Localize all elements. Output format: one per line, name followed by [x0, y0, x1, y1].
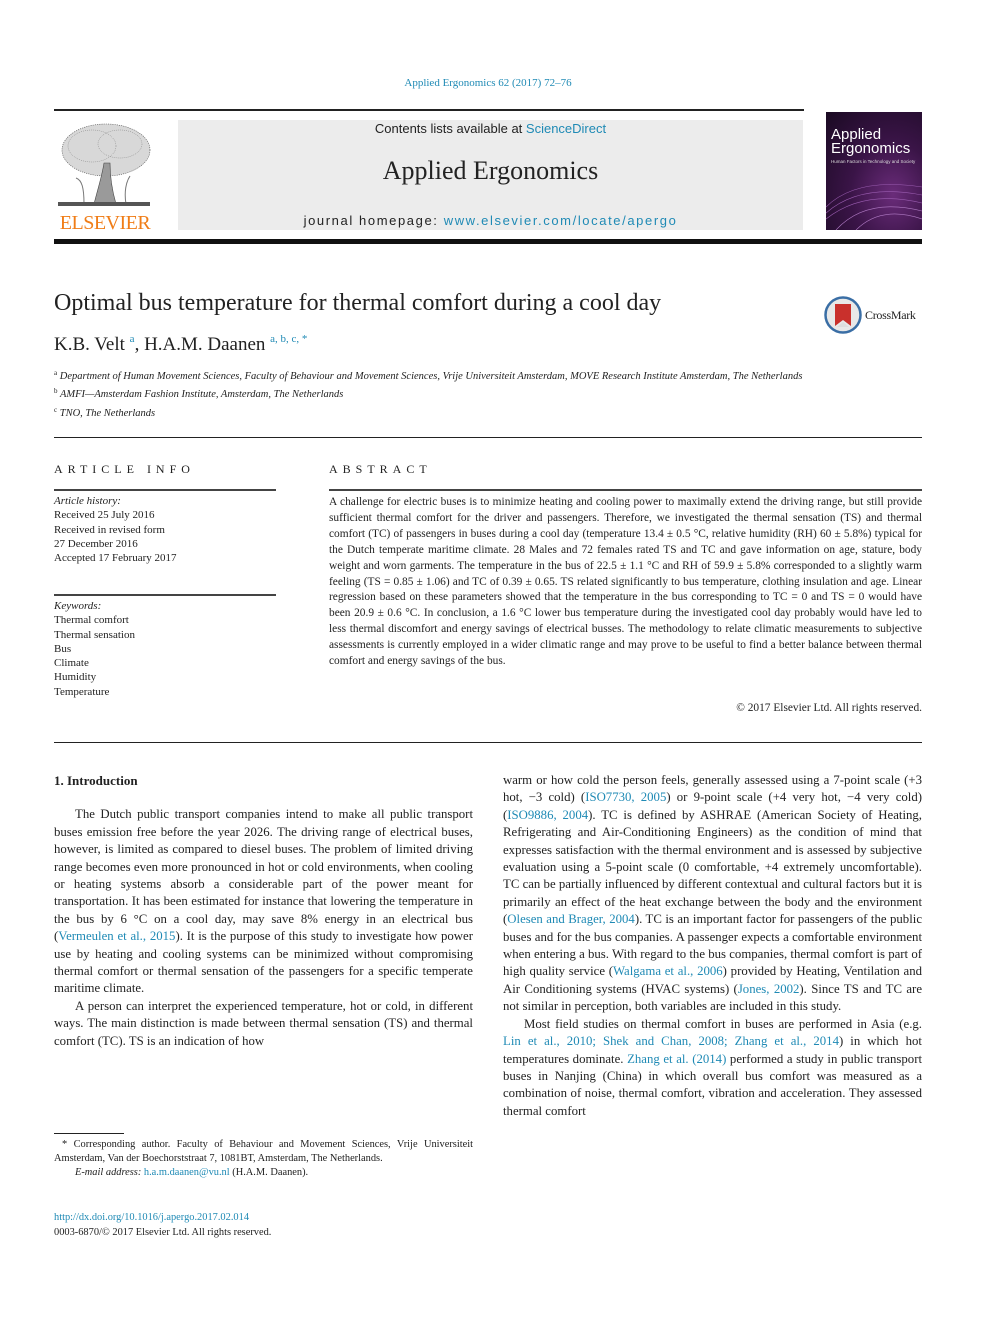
- elsevier-wordmark: ELSEVIER: [59, 212, 151, 234]
- keywords: Keywords: Thermal comfort Thermal sensat…: [54, 599, 276, 699]
- email-suffix: (H.A.M. Daanen).: [229, 1167, 309, 1178]
- citation-link[interactable]: Olesen and Brager, 2004: [507, 912, 635, 926]
- affiliation-item: c TNO, The Netherlands: [54, 403, 814, 421]
- keyword-item: Thermal sensation: [54, 628, 135, 641]
- footnote-rule: [54, 1133, 124, 1134]
- affiliation-mark: a: [54, 369, 58, 377]
- citation-link[interactable]: ISO9886, 2004: [507, 808, 588, 822]
- header-thick-rule: [54, 239, 922, 244]
- contents-line: Contents lists available at ScienceDirec…: [178, 121, 803, 136]
- elsevier-tree-icon: [58, 123, 151, 206]
- header-rule: [54, 109, 804, 111]
- keyword-item: Humidity: [54, 671, 97, 684]
- author-separator: ,: [134, 334, 145, 355]
- citation-link[interactable]: Lin et al., 2010; Shek and Chan, 2008; Z…: [503, 1034, 839, 1048]
- body-paragraph: warm or how cold the person feels, gener…: [503, 772, 922, 1016]
- history-item: Received in revised form: [54, 523, 165, 536]
- journal-cover-image[interactable]: Applied Ergonomics Human Factors in Tech…: [826, 112, 922, 230]
- paragraph-text: ). TC is defined by ASHRAE (American Soc…: [503, 807, 922, 927]
- keyword-item: Temperature: [54, 685, 110, 698]
- affiliation-item: b AMFI—Amsterdam Fashion Institute, Amst…: [54, 384, 814, 402]
- affiliation-mark: b: [54, 387, 58, 396]
- paragraph-text: Most field studies on thermal comfort in…: [524, 1016, 922, 1031]
- keyword-item: Thermal comfort: [54, 614, 129, 627]
- journal-masthead: Contents lists available at ScienceDirec…: [178, 120, 803, 230]
- article-history: Article history: Received 25 July 2016 R…: [54, 494, 276, 565]
- history-item: Received 25 July 2016: [54, 509, 155, 522]
- cover-title: Applied Ergonomics: [831, 127, 911, 157]
- affiliation-text: Department of Human Movement Sciences, F…: [59, 371, 803, 382]
- cover-wave-graphic: [826, 184, 922, 230]
- article-info-rule: [54, 489, 276, 491]
- keyword-item: Bus: [54, 642, 72, 655]
- paragraph-text: The Dutch public transport companies int…: [54, 807, 473, 944]
- cover-title-line2: Ergonomics: [831, 140, 911, 157]
- citation-link[interactable]: Walgama et al., 2006: [613, 964, 723, 978]
- affiliation-item: a Department of Human Movement Sciences,…: [54, 366, 814, 384]
- author-affiliation-mark[interactable]: a, b, c, *: [270, 333, 307, 345]
- affiliation-mark: c: [54, 405, 58, 414]
- sciencedirect-link[interactable]: ScienceDirect: [526, 121, 606, 136]
- citation-link[interactable]: Jones, 2002: [738, 982, 800, 996]
- cover-subtitle: Human Factors in Technology and Society: [831, 159, 916, 164]
- affiliations: a Department of Human Movement Sciences,…: [54, 366, 814, 421]
- elsevier-logo[interactable]: ELSEVIER: [54, 118, 156, 234]
- article-title: Optimal bus temperature for thermal comf…: [54, 290, 662, 316]
- crossmark-badge[interactable]: CrossMark: [824, 296, 924, 336]
- article-info-heading: ARTICLE INFO: [54, 462, 195, 476]
- body-paragraph: The Dutch public transport companies int…: [54, 806, 473, 997]
- doi-block: http://dx.doi.org/10.1016/j.apergo.2017.…: [54, 1211, 271, 1240]
- email-line: E-mail address: h.a.m.daanen@vu.nl (H.A.…: [54, 1166, 473, 1180]
- corresponding-author-note: * Corresponding author. Faculty of Behav…: [54, 1139, 473, 1164]
- author-name[interactable]: K.B. Velt: [54, 334, 125, 355]
- crossmark-label: CrossMark: [865, 308, 916, 322]
- section-heading-introduction: 1. Introduction: [54, 773, 138, 788]
- citation-link[interactable]: ISO7730, 2005: [585, 790, 666, 804]
- citation-link[interactable]: Zhang et al. (2014): [627, 1052, 726, 1066]
- body-column-left: 1. Introduction The Dutch public transpo…: [54, 772, 473, 1050]
- affiliation-text: AMFI—Amsterdam Fashion Institute, Amster…: [59, 389, 344, 401]
- abstract-heading: ABSTRACT: [329, 462, 432, 476]
- abstract-copyright: © 2017 Elsevier Ltd. All rights reserved…: [736, 702, 922, 714]
- contents-prefix: Contents lists available at: [374, 121, 526, 136]
- author-name[interactable]: H.A.M. Daanen: [144, 334, 265, 355]
- keywords-rule: [54, 594, 276, 596]
- journal-homepage-link[interactable]: www.elsevier.com/locate/apergo: [444, 213, 678, 228]
- affiliation-text: TNO, The Netherlands: [59, 407, 156, 419]
- email-link[interactable]: h.a.m.daanen@vu.nl: [144, 1167, 230, 1178]
- history-label: Article history:: [54, 495, 121, 507]
- issn-line: 0003-6870/© 2017 Elsevier Ltd. All right…: [54, 1226, 272, 1238]
- journal-reference-link[interactable]: Applied Ergonomics 62 (2017) 72–76: [0, 77, 976, 89]
- body-paragraph: A person can interpret the experienced t…: [54, 998, 473, 1048]
- citation-link[interactable]: Vermeulen et al., 2015: [58, 929, 175, 943]
- history-item: Accepted 17 February 2017: [54, 552, 177, 565]
- body-rule: [54, 742, 922, 743]
- footnote: * Corresponding author. Faculty of Behav…: [54, 1138, 473, 1180]
- keywords-label: Keywords:: [54, 600, 102, 612]
- crossmark-icon: [824, 296, 862, 334]
- body-paragraph: Most field studies on thermal comfort in…: [503, 1016, 922, 1120]
- homepage-line: journal homepage: www.elsevier.com/locat…: [178, 213, 803, 228]
- doi-link[interactable]: http://dx.doi.org/10.1016/j.apergo.2017.…: [54, 1212, 249, 1223]
- email-label: E-mail address:: [75, 1167, 144, 1178]
- abstract-text: A challenge for electric buses is to min…: [329, 496, 922, 668]
- section-rule: [54, 437, 922, 438]
- author-list: K.B. Velt a, H.A.M. Daanen a, b, c, *: [54, 333, 307, 356]
- journal-title: Applied Ergonomics: [382, 156, 599, 185]
- keyword-item: Climate: [54, 657, 89, 670]
- abstract-rule: [329, 489, 922, 491]
- homepage-prefix: journal homepage:: [303, 213, 444, 228]
- history-item: 27 December 2016: [54, 537, 138, 550]
- body-column-right: warm or how cold the person feels, gener…: [503, 772, 922, 1120]
